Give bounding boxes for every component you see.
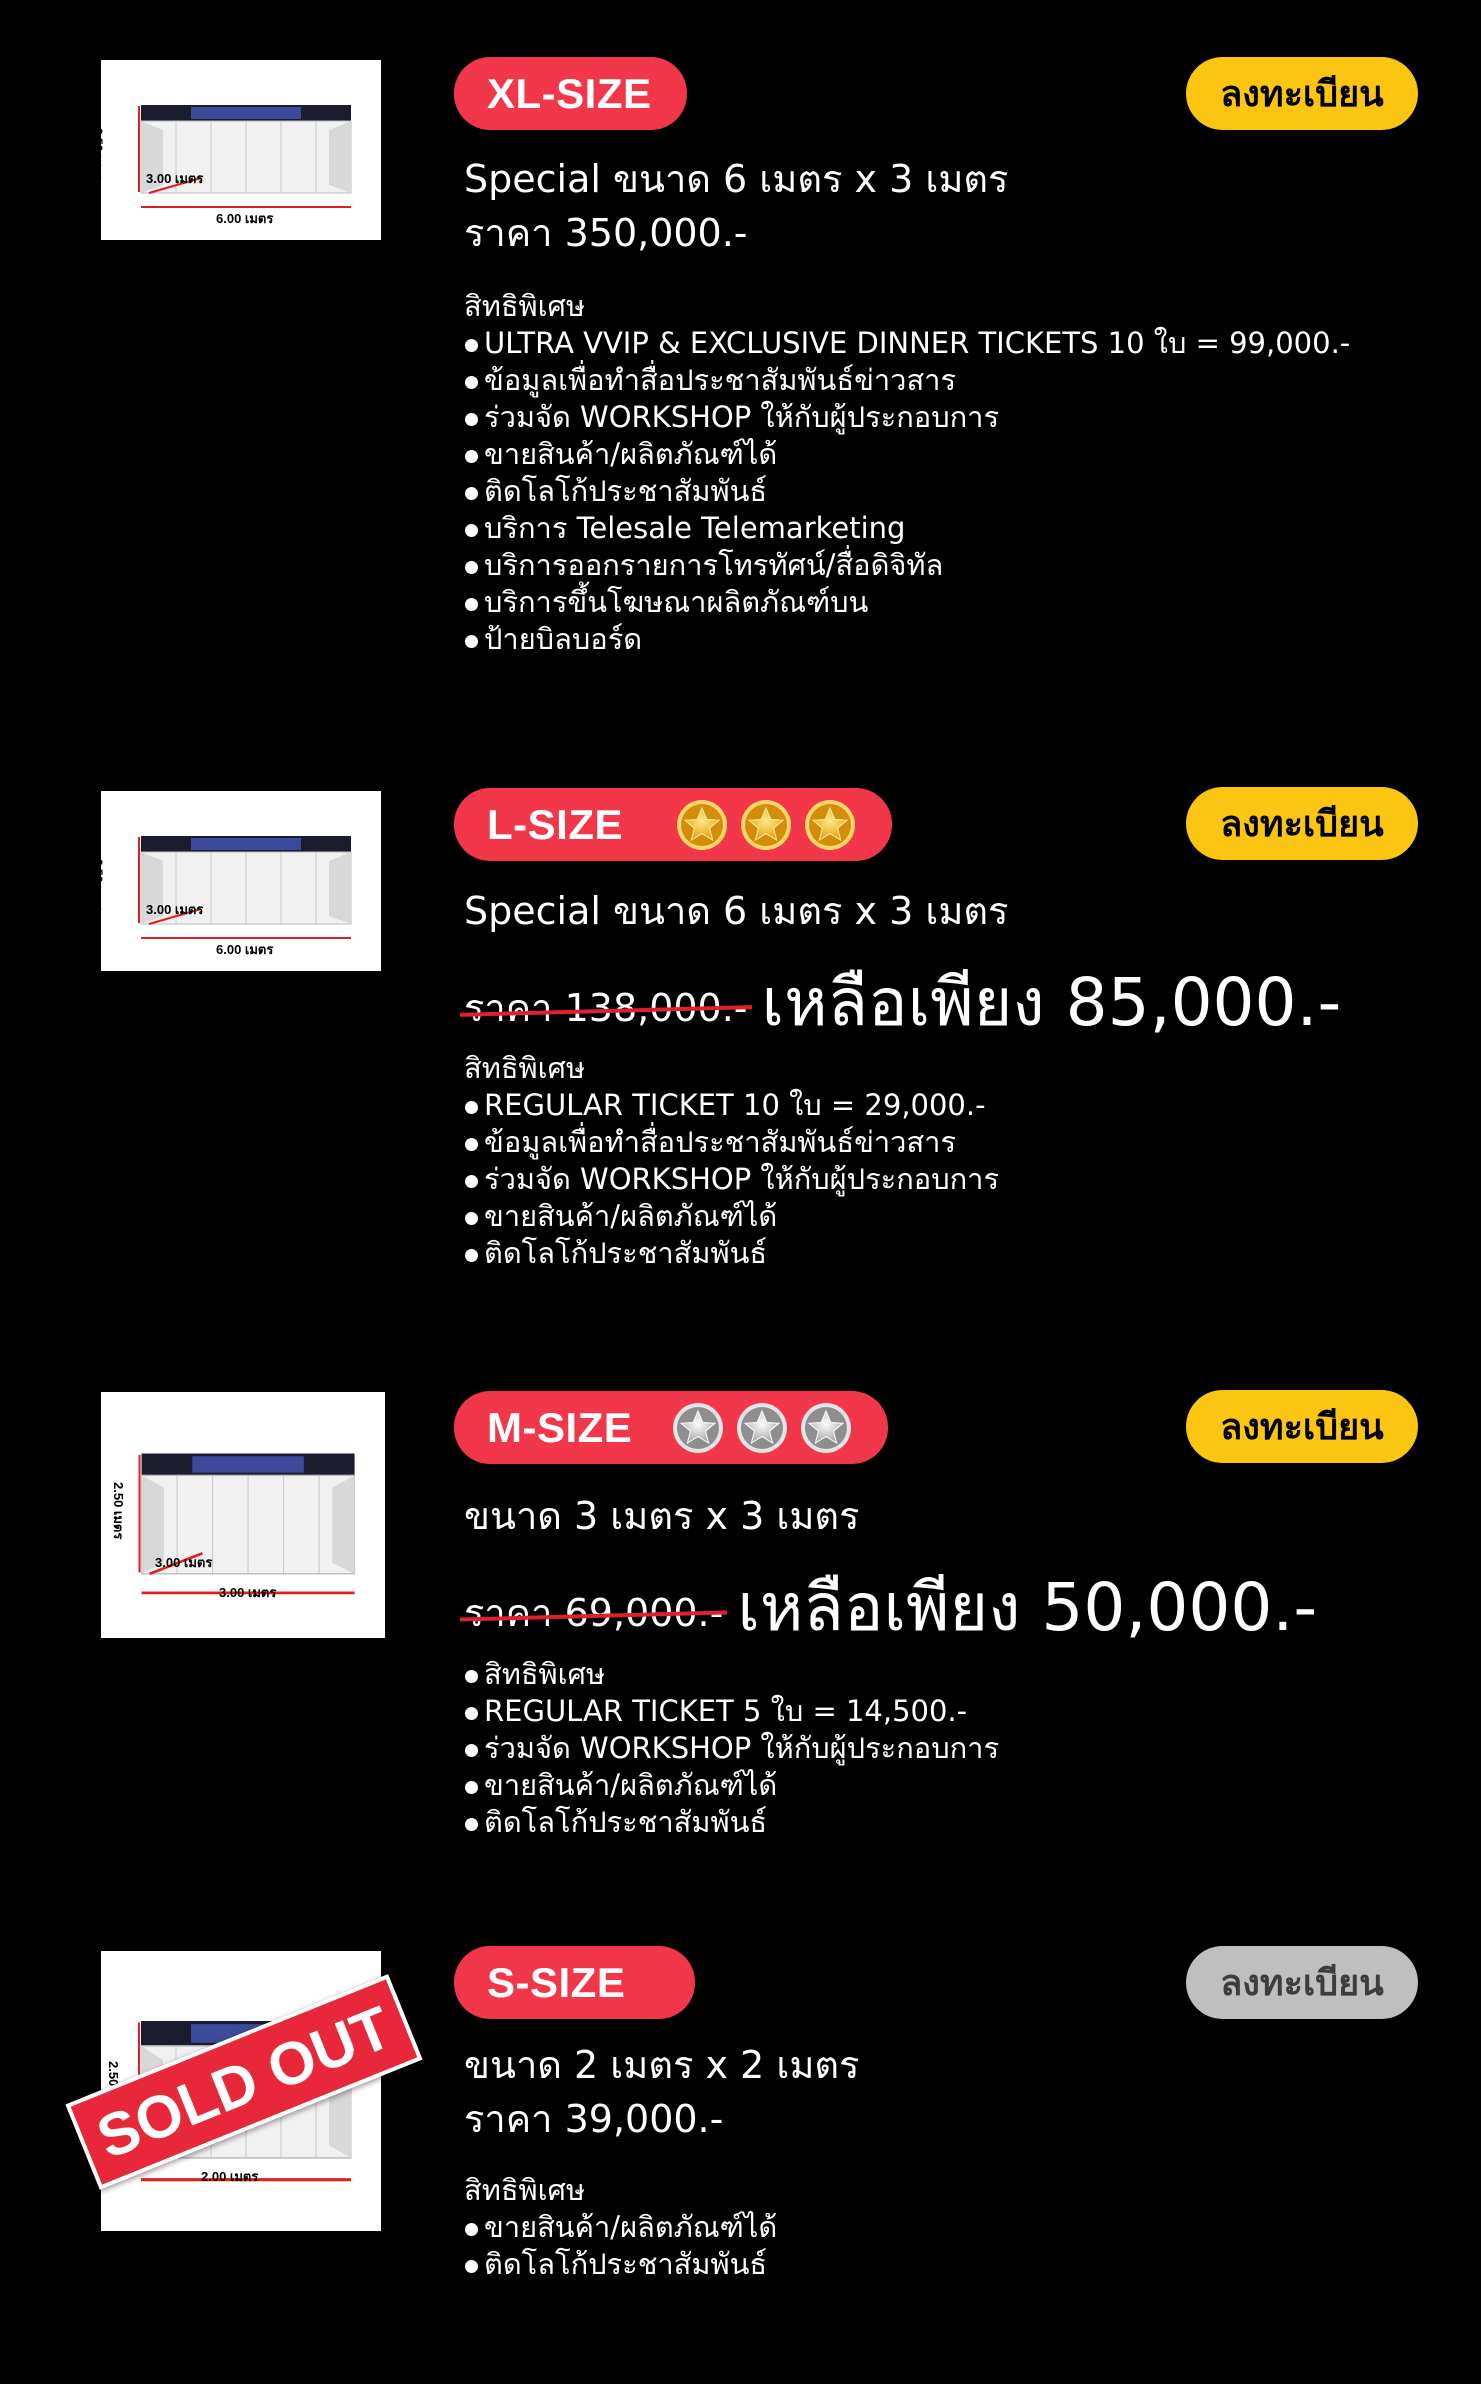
size-text-s: ขนาด 2 เมตร x 2 เมตร — [464, 2043, 860, 2087]
size-label: S-SIZE — [487, 1958, 626, 2006]
silver-star-badge-icon — [800, 1402, 852, 1454]
booth-height-label: 2.50 เมตร — [91, 128, 105, 181]
booth-width-label: 6.00 เมตร — [216, 942, 274, 957]
booth-depth-label: 3.00 เมตร — [146, 171, 204, 186]
benefit-item: ข้อมูลเพื่อทำสื่อประชาสัมพันธ์ข่าวสาร — [464, 362, 1350, 399]
benefit-item: REGULAR TICKET 5 ใบ = 14,500.- — [464, 1693, 999, 1730]
gold-star-badge-icon — [740, 799, 792, 851]
size-badge-l: L-SIZE — [454, 788, 892, 861]
silver-star-badge-icon — [736, 1402, 788, 1454]
benefit-item: ร่วมจัด WORKSHOP ให้กับผู้ประกอบการ — [464, 1730, 999, 1767]
benefits-title: สิทธิพิเศษ — [464, 2173, 586, 2207]
benefits-list: ULTRA VVIP & EXCLUSIVE DINNER TICKETS 10… — [464, 325, 1350, 658]
booth-image-xl: 2.50 เมตร 3.00 เมตร 6.00 เมตร — [91, 60, 381, 240]
price-text-s: ราคา 39,000.- — [464, 2097, 724, 2141]
register-button-xl[interactable]: ลงทะเบียน — [1186, 57, 1418, 130]
register-button-m[interactable]: ลงทะเบียน — [1186, 1390, 1418, 1463]
benefits-list: สิทธิพิเศษ REGULAR TICKET 5 ใบ = 14,500.… — [464, 1656, 999, 1841]
size-label: M-SIZE — [487, 1403, 633, 1451]
size-badge-s: S-SIZE — [454, 1946, 695, 2019]
booth-width-label: 3.00 เมตร — [219, 1585, 277, 1600]
benefit-item: บริการ Telesale Telemarketing — [464, 510, 1350, 547]
benefits-list: REGULAR TICKET 10 ใบ = 29,000.- ข้อมูลเพ… — [464, 1087, 999, 1272]
booth-height-label: 2.50 เมตร — [111, 1482, 126, 1540]
benefits-xl: สิทธิพิเศษ ULTRA VVIP & EXCLUSIVE DINNER… — [464, 288, 1350, 658]
benefit-item: ข้อมูลเพื่อทำสื่อประชาสัมพันธ์ข่าวสาร — [464, 1124, 999, 1161]
benefit-item: ULTRA VVIP & EXCLUSIVE DINNER TICKETS 10… — [464, 325, 1350, 362]
benefit-item: ติดโลโก้ประชาสัมพันธ์ — [464, 473, 1350, 510]
rating-stars — [672, 1402, 888, 1454]
benefit-item: บริการขึ้นโฆษณาผลิตภัณฑ์บน — [464, 584, 1350, 621]
price-text-xl: ราคา 350,000.- — [464, 211, 748, 255]
price-row-m: ราคา 69,000.- เหลือเพียง 50,000.- — [464, 1555, 1317, 1660]
booth-depth-label: 3.00 เมตร — [146, 902, 204, 917]
register-button-l[interactable]: ลงทะเบียน — [1186, 787, 1418, 860]
booth-image-l: 2.50 เมตร 3.00 เมตร 6.00 เมตร — [91, 791, 381, 971]
benefit-item: ขายสินค้า/ผลิตภัณฑ์ได้ — [464, 1767, 999, 1804]
new-price: เหลือเพียง 85,000.- — [761, 964, 1342, 1041]
benefit-item: ติดโลโก้ประชาสัมพันธ์ — [464, 1804, 999, 1841]
benefit-item: ร่วมจัด WORKSHOP ให้กับผู้ประกอบการ — [464, 399, 1350, 436]
price-row-l: ราคา 138,000.- เหลือเพียง 85,000.- — [464, 950, 1341, 1055]
benefits-l: สิทธิพิเศษ REGULAR TICKET 10 ใบ = 29,000… — [464, 1050, 999, 1272]
new-price: เหลือเพียง 50,000.- — [737, 1569, 1318, 1646]
gold-star-badge-icon — [676, 799, 728, 851]
size-text-l: Special ขนาด 6 เมตร x 3 เมตร — [464, 889, 1009, 933]
old-price: ราคา 69,000.- — [464, 1582, 723, 1643]
benefits-s: สิทธิพิเศษ ขายสินค้า/ผลิตภัณฑ์ได้ ติดโลโ… — [464, 2172, 777, 2283]
booth-width-label: 6.00 เมตร — [216, 211, 274, 226]
benefits-list: ขายสินค้า/ผลิตภัณฑ์ได้ ติดโลโก้ประชาสัมพ… — [464, 2209, 777, 2283]
booth-depth-label: 3.00 เมตร — [155, 1555, 213, 1570]
benefit-item: ติดโลโก้ประชาสัมพันธ์ — [464, 1235, 999, 1272]
rating-stars — [676, 799, 892, 851]
register-button-s-disabled[interactable]: ลงทะเบียน — [1186, 1946, 1418, 2019]
booth-height-label: 2.50 เมตร — [91, 859, 105, 912]
size-text-m: ขนาด 3 เมตร x 3 เมตร — [464, 1494, 860, 1538]
gold-star-badge-icon — [804, 799, 856, 851]
benefit-item: REGULAR TICKET 10 ใบ = 29,000.- — [464, 1087, 999, 1124]
benefit-item: ติดโลโก้ประชาสัมพันธ์ — [464, 2246, 777, 2283]
silver-star-badge-icon — [672, 1402, 724, 1454]
benefit-item: ขายสินค้า/ผลิตภัณฑ์ได้ — [464, 436, 1350, 473]
benefit-item: ร่วมจัด WORKSHOP ให้กับผู้ประกอบการ — [464, 1161, 999, 1198]
size-text-xl: Special ขนาด 6 เมตร x 3 เมตร — [464, 157, 1009, 201]
benefit-item: ขายสินค้า/ผลิตภัณฑ์ได้ — [464, 2209, 777, 2246]
benefit-item: ป้ายบิลบอร์ด — [464, 621, 1350, 658]
benefit-item: สิทธิพิเศษ — [464, 1656, 999, 1693]
size-label: XL-SIZE — [487, 69, 652, 117]
benefits-m: สิทธิพิเศษ REGULAR TICKET 5 ใบ = 14,500.… — [464, 1656, 999, 1841]
benefit-item: บริการออกรายการโทรทัศน์/สื่อดิจิทัล — [464, 547, 1350, 584]
booth-image-m: 2.50 เมตร 3.00 เมตร 3.00 เมตร — [101, 1392, 385, 1638]
benefits-title: สิทธิพิเศษ — [464, 289, 586, 323]
benefits-title: สิทธิพิเศษ — [464, 1051, 586, 1085]
old-price: ราคา 138,000.- — [464, 977, 748, 1038]
size-badge-xl: XL-SIZE — [454, 57, 687, 130]
size-label: L-SIZE — [487, 800, 623, 848]
booth-width-label: 2.00 เมตร — [201, 2169, 259, 2184]
benefit-item: ขายสินค้า/ผลิตภัณฑ์ได้ — [464, 1198, 999, 1235]
size-badge-m: M-SIZE — [454, 1391, 888, 1464]
